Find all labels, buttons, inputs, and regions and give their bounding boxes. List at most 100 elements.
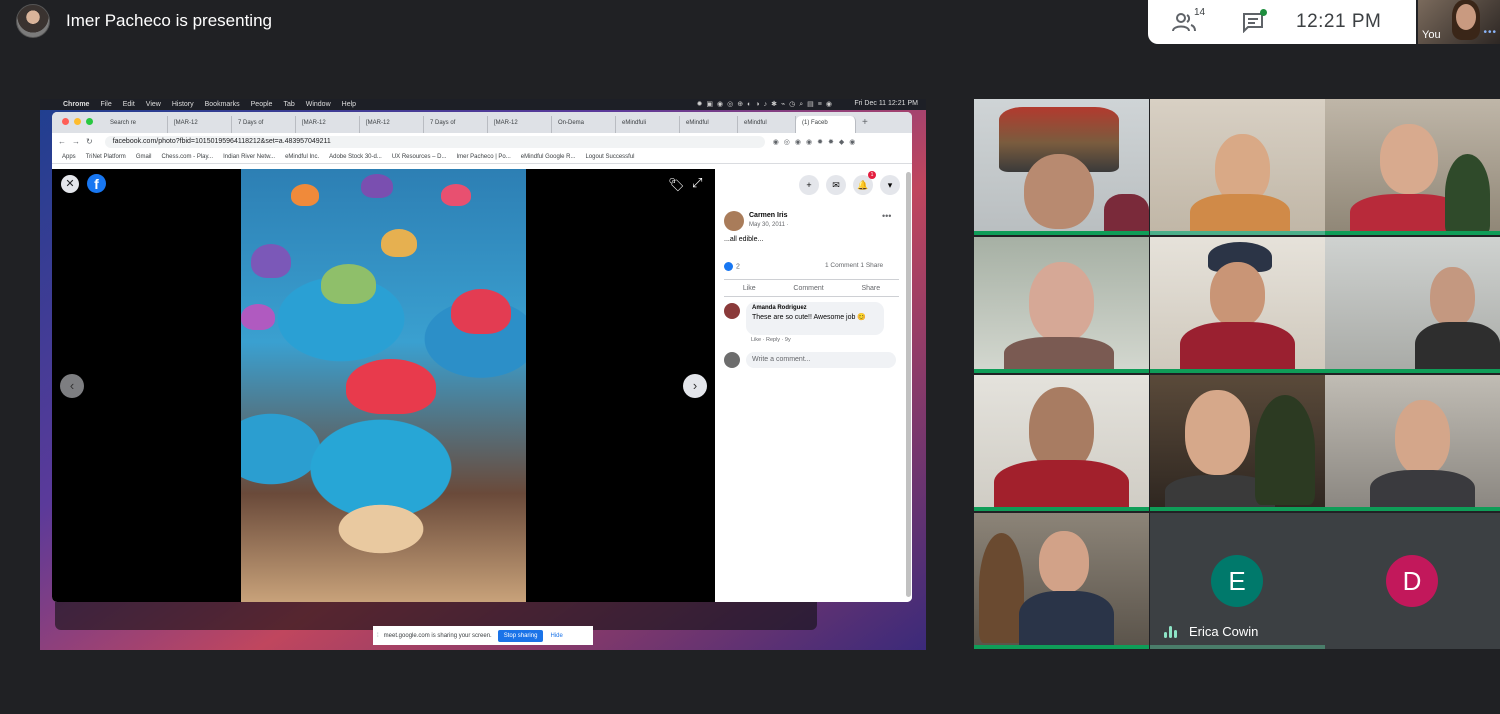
mac-menubar: Chrome File Edit View History Bookmarks … [40,99,926,110]
top-info-panel: 14 12:21 PM [1148,0,1416,44]
new-tab-icon: + [862,117,868,128]
browser-tab: Search re [104,116,168,133]
christmas-tree [1445,154,1490,234]
participant-tile[interactable] [974,237,1149,373]
browser-tab: [MAR-12 [168,116,232,133]
flower-purple [251,244,291,278]
write-comment-input[interactable]: Write a comment... [746,352,896,368]
tabs: Search re [MAR-12 7 Days of [MAR-12 [MAR… [104,116,874,133]
chat-button[interactable] [1242,9,1267,34]
audio-level-icon [1164,625,1177,638]
chat-notification-dot [1260,9,1267,16]
participant-tile[interactable] [974,375,1149,511]
screen-share-bar: ⁞ meet.google.com is sharing your screen… [373,626,593,645]
participant-tile[interactable] [1325,99,1500,235]
bookmark: Gmail [135,153,152,160]
bookmark: Imer Pacheco | Po... [456,153,511,160]
next-photo-button[interactable]: › [683,374,707,398]
nav-buttons-icon: ←→↻ [58,137,99,146]
participants-button[interactable]: 14 [1172,7,1205,33]
previous-photo-button[interactable]: ‹ [60,374,84,398]
self-view-tile[interactable]: You ••• [1418,0,1500,44]
post-side-panel: + ✉ 🔔 1 ▾ Carmen Iris May 30, 2011 · ••• … [715,169,912,602]
comment-button[interactable]: Comment [793,285,823,292]
hide-share-bar-button[interactable]: Hide [550,633,562,639]
participant-tile[interactable] [1150,375,1325,511]
participant-tile[interactable] [1325,375,1500,511]
scrollbar[interactable] [906,172,911,597]
flower-orange [291,184,319,206]
clock: 12:21 PM [1296,11,1382,32]
facebook-top-actions: + ✉ 🔔 1 ▾ [799,171,900,195]
participant-tile[interactable] [974,99,1149,235]
flower-purple [241,304,275,330]
fullscreen-icon[interactable]: ⤢ [692,175,702,191]
reaction-count: 2 [736,263,740,271]
account-menu-icon[interactable]: ▾ [880,175,900,195]
self-face [1456,4,1476,30]
comment-bubble: Amanda Rodriguez These are so cute!! Awe… [746,302,884,335]
flower-purple [361,174,393,198]
more-icon[interactable]: ••• [882,211,891,221]
close-icon[interactable]: ✕ [61,175,79,193]
mac-status-icons: ✹▣◉◎⊕◐◑♪✱⌁◷⌕▤≡◉ [696,101,836,108]
more-options-icon[interactable]: ••• [1483,27,1497,38]
menu-item: Help [341,101,357,108]
notifications-icon[interactable]: 🔔 1 [853,171,876,195]
flower-red [451,289,511,334]
presenter-avatar [16,4,50,38]
stop-sharing-button[interactable]: Stop sharing [497,629,544,642]
share-button[interactable]: Share [861,285,880,292]
address-bar: facebook.com/photo?fbid=1015019596411821… [104,135,765,148]
speaking-indicator [1325,507,1500,511]
speaking-indicator [1325,369,1500,373]
bookmark: TriNet Platform [85,153,126,160]
browser-tab: 7 Days of [424,116,488,133]
bookmark: Indian River Netw... [223,153,276,160]
comment-meta[interactable]: Like · Reply · 9y [751,337,791,343]
mac-clock: Fri Dec 11 12:21 PM [854,100,918,107]
tag-icon[interactable]: 🏷 [668,177,685,193]
facebook-logo-icon[interactable]: f [87,174,106,193]
messenger-icon[interactable]: ✉ [826,175,846,195]
participant-tile[interactable] [1150,99,1325,235]
like-button[interactable]: Like [743,285,756,292]
drag-handle-icon[interactable]: ⁞ [377,633,379,639]
menu-item: People [250,101,273,108]
author-avatar[interactable] [724,211,744,231]
post-author[interactable]: Carmen Iris [749,212,788,219]
participant-name: Erica Cowin [1189,624,1259,639]
speaking-indicator [974,369,1149,373]
browser-tab: [MAR-12 [360,116,424,133]
comment-share-counts[interactable]: 1 Comment 1 Share [825,262,883,269]
commenter-avatar[interactable] [724,303,740,319]
participant-tile-d[interactable]: D [1325,513,1500,649]
body [1370,470,1475,511]
participant-tile[interactable] [974,513,1149,649]
bookmark: Apps [62,153,76,160]
erica-avatar: E [1211,555,1263,607]
browser-tab: eMindfuli [616,116,680,133]
body [1415,322,1500,373]
commenter-name[interactable]: Amanda Rodriguez [752,305,878,311]
photo-viewer: ✕ f 🏷 ⤢ ‹ › [52,169,715,602]
create-icon[interactable]: + [799,175,819,195]
like-reaction-icon [724,262,733,271]
body [1180,322,1295,373]
menu-item: Tab [283,101,295,108]
face [1029,262,1094,342]
participant-tile-erica[interactable]: E Erica Cowin [1150,513,1325,649]
participant-tile[interactable] [1150,237,1325,373]
speaking-indicator [1150,231,1325,235]
post-actions: Like Comment Share [724,279,899,297]
flower-green [321,264,376,304]
reactions[interactable]: 2 [724,262,740,271]
bookmark: Chess.com - Play... [161,153,214,160]
close-window-icon [62,118,69,125]
face [1380,124,1438,194]
participant-tile[interactable] [1325,237,1500,373]
body [994,460,1129,511]
meet-window: Imer Pacheco is presenting 14 12:21 PM Y… [0,0,1500,714]
browser-tab: [MAR-12 [296,116,360,133]
presenter-header: Imer Pacheco is presenting [16,4,272,38]
